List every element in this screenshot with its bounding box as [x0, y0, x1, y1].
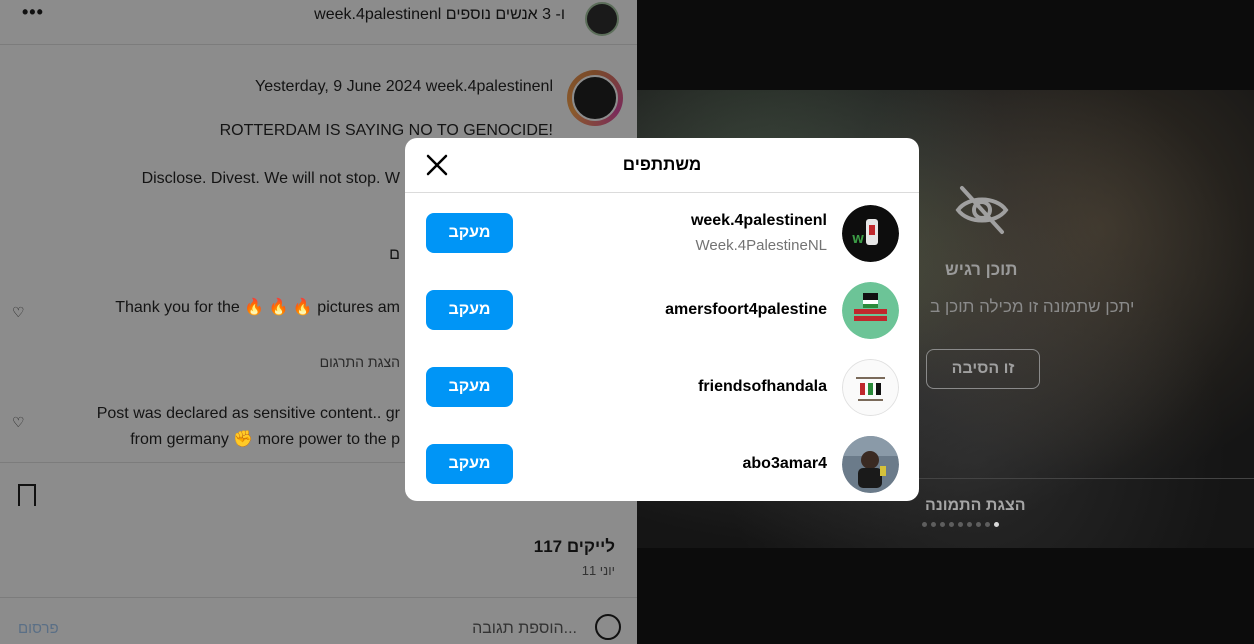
carousel-dot: [967, 522, 972, 527]
carousel-dot: [985, 522, 990, 527]
follow-button[interactable]: מעקב: [426, 213, 513, 253]
collaborators-modal: משתתפים מעקב week.4palestinenl Week.4Pal…: [405, 138, 919, 501]
collaborator-row[interactable]: מעקב week.4palestinenl Week.4PalestineNL…: [405, 194, 919, 271]
carousel-dot: [922, 522, 927, 527]
post-comment-button[interactable]: פרסום: [18, 620, 59, 637]
avatar[interactable]: [842, 436, 899, 493]
bookmark-icon[interactable]: [18, 484, 36, 514]
sensitive-title: תוכן רגיש: [945, 260, 1018, 279]
follow-button[interactable]: מעקב: [426, 290, 513, 330]
collaborator-row[interactable]: מעקב abo3amar4: [405, 425, 919, 501]
collaborator-row[interactable]: מעקב amersfoort4palestine: [405, 271, 919, 348]
collaborator-username[interactable]: friendsofhandala: [698, 378, 827, 396]
collaborator-username[interactable]: week.4palestinenl: [691, 212, 827, 230]
carousel-dot: [976, 522, 981, 527]
likes-count[interactable]: 117 לייקים: [534, 537, 615, 557]
avatar[interactable]: [842, 359, 899, 416]
comment-1-text: Thank you for the 🔥 🔥 🔥 pictures am: [115, 299, 400, 316]
collaborator-fullname: Week.4PalestineNL: [695, 237, 827, 254]
modal-header: משתתפים: [405, 138, 919, 193]
follow-button[interactable]: מעקב: [426, 444, 513, 484]
eye-off-icon: [955, 186, 1009, 234]
avatar[interactable]: W: [842, 205, 899, 262]
post-header: ••• week.4palestinenl ו- 3 אנשים נוספים: [0, 0, 637, 44]
avatar[interactable]: [842, 282, 899, 339]
caption-meta: Yesterday, 9 June 2024 week.4palestinenl: [255, 78, 553, 95]
carousel-dot: [994, 522, 999, 527]
like-comment-icon[interactable]: ♡: [12, 304, 25, 321]
carousel-dot: [931, 522, 936, 527]
svg-text:W: W: [852, 233, 864, 246]
comment-1-translate[interactable]: הצגת התרגום: [320, 354, 400, 370]
post-date: 11 יוני: [581, 563, 615, 578]
carousel-dot: [949, 522, 954, 527]
carousel-dots: [922, 522, 999, 527]
why-button[interactable]: זו הסיבה: [926, 349, 1040, 389]
comment-input[interactable]: הוספת תגובה...: [472, 620, 577, 638]
modal-title: משתתפים: [622, 155, 702, 174]
caption-line-2: Disclose. Divest. We will not stop. W: [141, 170, 400, 187]
emoji-icon[interactable]: [595, 614, 621, 640]
show-image-button[interactable]: הצגת התמונה: [925, 497, 1026, 515]
caption-avatar[interactable]: [567, 70, 623, 126]
carousel-dot: [940, 522, 945, 527]
more-horizontal-icon[interactable]: •••: [22, 2, 44, 23]
like-comment-icon[interactable]: ♡: [12, 414, 25, 431]
carousel-dot: [958, 522, 963, 527]
follow-button[interactable]: מעקב: [426, 367, 513, 407]
collaborator-username[interactable]: amersfoort4palestine: [665, 301, 827, 319]
sensitive-description: יתכן שתמונה זו מכילה תוכן ב: [930, 297, 1135, 316]
comment-2-line-1: Post was declared as sensitive content..…: [96, 405, 400, 422]
collaborator-username[interactable]: abo3amar4: [743, 455, 828, 473]
post-header-title[interactable]: week.4palestinenl ו- 3 אנשים נוספים: [314, 6, 565, 24]
comment-2-line-2: from germany ✊ more power to the p: [130, 431, 400, 448]
caption-fragment: ם: [389, 246, 400, 263]
header-avatar[interactable]: [585, 2, 619, 36]
collaborator-row[interactable]: מעקב friendsofhandala: [405, 348, 919, 425]
